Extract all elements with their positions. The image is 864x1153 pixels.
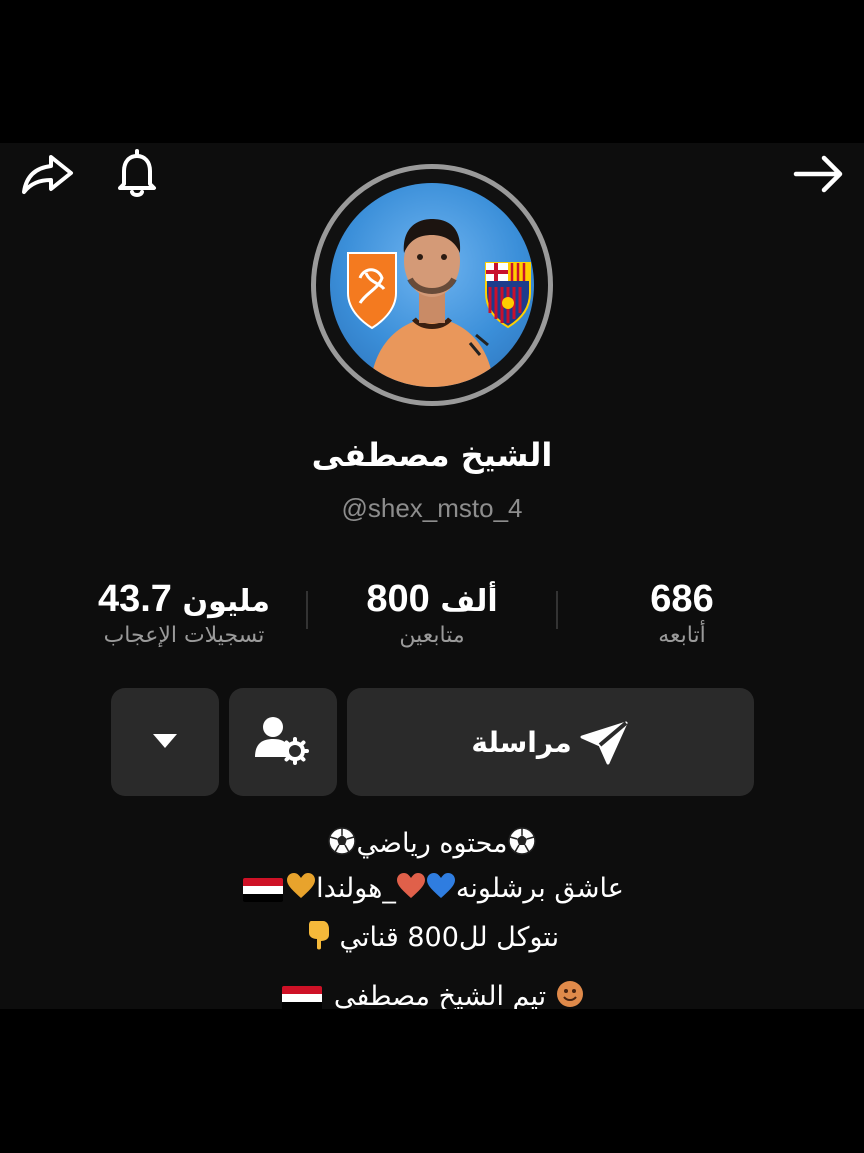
bio-text: عاشق برشلونه	[455, 873, 624, 904]
bio-text: تيم الشيخ مصطفى	[333, 981, 547, 1009]
stat-followers[interactable]: ألف 800 متابعين	[302, 578, 562, 648]
message-button[interactable]: مراسلة	[347, 688, 754, 796]
avatar-image	[330, 183, 534, 387]
profile-name: الشيخ مصطفى	[311, 436, 553, 474]
egypt-flag-icon	[282, 985, 323, 1009]
followers-count: 800	[366, 578, 430, 620]
share-icon[interactable]	[18, 149, 76, 199]
profile-handle[interactable]: @shex_msto_4	[0, 493, 864, 524]
egypt-flag-icon	[243, 877, 284, 902]
stat-likes[interactable]: مليون 43.7 تسجيلات الإعجاب	[54, 578, 314, 648]
profile-screen: الشيخ مصطفى @shex_msto_4 686 أتابعه ألف …	[0, 143, 864, 1009]
heart-icon	[426, 872, 456, 907]
person-settings-icon	[253, 713, 313, 769]
profile-settings-button[interactable]	[229, 688, 337, 796]
more-options-button[interactable]	[111, 688, 219, 796]
back-arrow-icon[interactable]	[790, 149, 848, 199]
bio-text: _هولندا	[316, 873, 396, 904]
following-label: أتابعه	[658, 623, 706, 648]
likes-count: 43.7	[97, 578, 172, 620]
heart-icon	[286, 872, 316, 907]
soccer-ball-icon	[507, 826, 537, 863]
soccer-ball-icon	[327, 826, 357, 863]
bio-text: نتوكل لل800 قناتي	[339, 922, 560, 953]
followers-label: متابعين	[399, 623, 465, 648]
following-count: 686	[650, 578, 714, 620]
likes-unit: مليون	[182, 584, 270, 619]
bio-text: محتوه رياضي	[356, 828, 508, 859]
bell-icon[interactable]	[108, 149, 166, 199]
bio-line: نتوكل لل800 قناتي	[0, 919, 864, 958]
bio-line: محتوه رياضي	[0, 826, 864, 863]
caret-down-icon	[153, 734, 177, 750]
avatar[interactable]	[311, 164, 553, 406]
stat-following[interactable]: 686 أتابعه	[552, 578, 812, 648]
bio-line: عاشق برشلونه _هولندا	[0, 872, 864, 907]
heart-icon	[396, 872, 426, 907]
likes-label: تسجيلات الإعجاب	[103, 623, 265, 648]
send-icon	[578, 719, 630, 765]
pointing-down-icon	[305, 919, 331, 958]
followers-unit: ألف	[440, 584, 498, 619]
message-label: مراسلة	[471, 725, 572, 759]
bio-line: تيم الشيخ مصطفى	[0, 979, 864, 1009]
smiley-icon	[555, 979, 585, 1009]
